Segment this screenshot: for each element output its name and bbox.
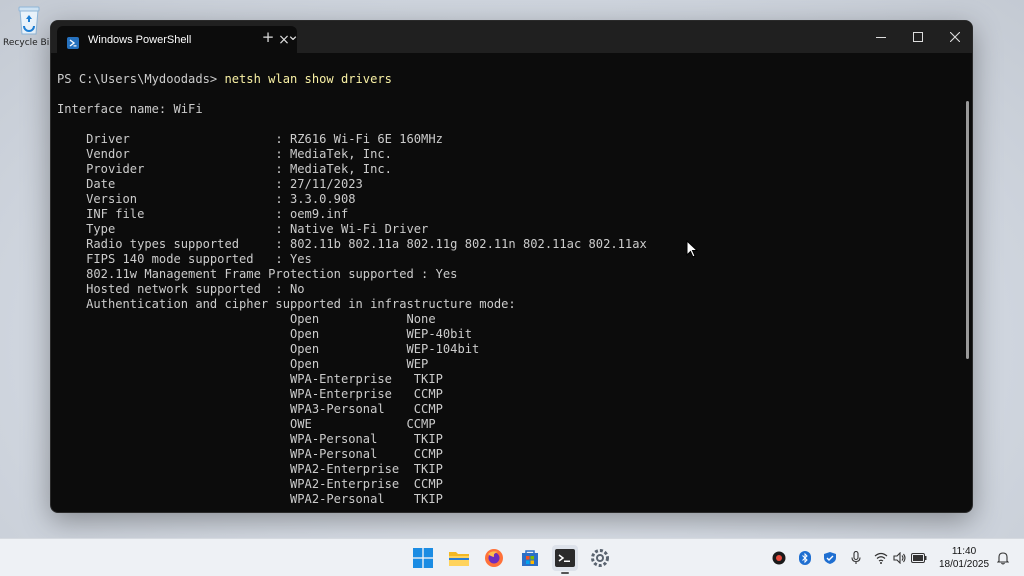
close-window-button[interactable] — [937, 25, 972, 49]
clock-date: 18/01/2025 — [938, 559, 990, 570]
output-line: Type : Native Wi-Fi Driver — [57, 222, 429, 236]
output-line: Open None — [57, 312, 436, 326]
terminal-button[interactable] — [552, 545, 578, 574]
file-explorer-icon — [449, 552, 469, 566]
output-line: Radio types supported : 802.11b 802.11a … — [57, 237, 647, 251]
output-line: WPA-Enterprise TKIP — [57, 372, 443, 386]
output-line: Version : 3.3.0.908 — [57, 192, 356, 206]
volume-button[interactable] — [892, 550, 908, 566]
title-bar[interactable]: Windows PowerShell × + ⌄ — [51, 21, 972, 53]
mouse-cursor-icon — [686, 239, 699, 262]
output-line: Date : 27/11/2023 — [57, 177, 363, 191]
wifi-button[interactable] — [873, 550, 889, 566]
volume-icon — [893, 552, 906, 564]
minimize-icon — [876, 37, 886, 38]
terminal-output[interactable]: PS C:\Users\Mydoodads> netsh wlan show d… — [51, 53, 972, 512]
output-line: OWE CCMP — [57, 417, 436, 431]
security-icon — [824, 552, 836, 564]
output-line: WPA-Enterprise CCMP — [57, 387, 443, 401]
close-icon — [950, 32, 960, 42]
bluetooth-icon — [799, 551, 811, 565]
start-icon — [413, 548, 433, 568]
output-line: Authentication and cipher supported in i… — [57, 297, 516, 311]
new-tab-button[interactable]: + — [256, 28, 280, 46]
store-button[interactable] — [517, 545, 543, 571]
output-line: 802.11w Management Frame Protection supp… — [57, 267, 458, 281]
wifi-icon — [874, 552, 888, 564]
bell-icon — [997, 552, 1009, 565]
maximize-button[interactable] — [900, 25, 936, 49]
recycle-bin-label: Recycle Bin — [3, 38, 55, 48]
taskbar: 11:40 18/01/2025 — [0, 538, 1024, 576]
microphone-icon — [851, 551, 861, 564]
output-line: WPA3-Personal CCMP — [57, 402, 443, 416]
file-explorer-button[interactable] — [446, 545, 472, 571]
firefox-button[interactable] — [481, 545, 507, 571]
output-line: Interface name: WiFi — [57, 102, 203, 116]
minimize-button[interactable] — [863, 25, 899, 49]
output-line: Open WEP — [57, 357, 429, 371]
prompt-line: PS C:\Users\Mydoodads> netsh wlan show d… — [57, 72, 972, 87]
powershell-icon — [67, 34, 79, 49]
output-line: Open WEP-104bit — [57, 342, 480, 356]
system-clock[interactable]: 11:40 18/01/2025 — [934, 545, 994, 571]
terminal-icon — [555, 549, 575, 567]
output-line: FIPS 140 mode supported : Yes — [57, 252, 312, 266]
start-button[interactable] — [410, 545, 436, 571]
output-line: INF file : oem9.inf — [57, 207, 349, 221]
powershell-window: Windows PowerShell × + ⌄ PS C:\Users\Myd… — [50, 20, 973, 513]
output-line: Hosted network supported : No — [57, 282, 305, 296]
output-line: Vendor : MediaTek, Inc. — [57, 147, 392, 161]
prompt-command: netsh wlan show drivers — [224, 72, 392, 86]
output-line: WPA2-Enterprise TKIP — [57, 462, 443, 476]
terminal-scrollbar[interactable] — [966, 101, 969, 359]
prompt-path: PS C:\Users\Mydoodads> — [57, 72, 225, 86]
settings-icon — [591, 549, 609, 567]
app-tray-icon — [772, 551, 786, 565]
clock-time: 11:40 — [951, 546, 977, 557]
settings-button[interactable] — [587, 545, 613, 571]
output-line: Open WEP-40bit — [57, 327, 473, 341]
battery-icon — [911, 553, 927, 563]
output-line: Driver : RZ616 Wi-Fi 6E 160MHz — [57, 132, 443, 146]
battery-button[interactable] — [911, 550, 927, 566]
output-line: Provider : MediaTek, Inc. — [57, 162, 392, 176]
bluetooth-button[interactable] — [797, 550, 813, 566]
recycle-bin-icon — [14, 4, 44, 36]
tab-dropdown-button[interactable]: ⌄ — [281, 26, 305, 44]
security-button[interactable] — [822, 550, 838, 566]
output-line: WPA-Personal CCMP — [57, 447, 443, 461]
output-line: WPA-Personal TKIP — [57, 432, 443, 446]
output-line: WPA2-Personal TKIP — [57, 492, 443, 506]
notifications-button[interactable] — [995, 550, 1011, 566]
maximize-icon — [913, 32, 923, 42]
microphone-button[interactable] — [848, 550, 864, 566]
app-tray-button[interactable] — [771, 550, 787, 566]
store-icon — [522, 550, 538, 566]
tab-title: Windows PowerShell — [88, 33, 192, 46]
firefox-icon — [485, 549, 503, 567]
output-line: WPA2-Enterprise CCMP — [57, 477, 443, 491]
recycle-bin[interactable]: Recycle Bin — [2, 4, 56, 48]
